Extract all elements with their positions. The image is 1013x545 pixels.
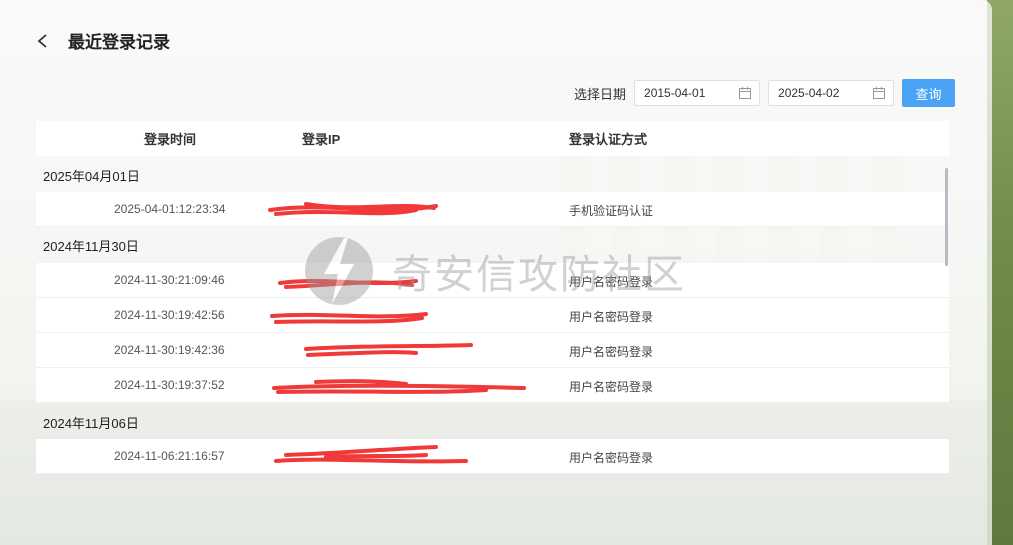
date-group-label: 2025年04月01日 [43,168,140,184]
end-date-picker[interactable]: 2025-04-02 [768,80,895,106]
date-filter: 选择日期 2015-04-01 2025-04-02 查询 [574,79,956,107]
table-header: 登录时间 登录IP 登录认证方式 [36,121,949,156]
date-group-label: 2024年11月30日 [43,238,139,254]
column-header-login-time: 登录时间 [144,132,197,147]
start-date-value: 2015-04-01 [644,86,706,100]
auth-method: 用户名密码登录 [569,310,654,324]
start-date-picker[interactable]: 2015-04-01 [634,80,761,106]
page-title: 最近登录记录 [68,33,170,52]
auth-method: 用户名密码登录 [569,451,654,465]
login-time: 2024-11-06:21:16:57 [114,449,225,463]
end-date-value: 2025-04-02 [778,86,840,100]
table-row[interactable]: 2024-11-06:21:16:57 用户名密码登录 [36,439,949,474]
auth-method: 用户名密码登录 [569,380,654,394]
calendar-icon [873,87,886,99]
auth-method: 手机验证码认证 [569,204,654,218]
column-header-auth-method: 登录认证方式 [569,132,648,147]
back-arrow-icon[interactable] [36,33,50,48]
login-time: 2024-11-30:21:09:46 [114,273,225,287]
redacted-ip-scribble [268,202,438,216]
redacted-ip-scribble [304,343,473,357]
auth-method: 用户名密码登录 [569,345,654,359]
login-time: 2024-11-30:19:42:56 [114,308,225,322]
redacted-ip-scribble [272,379,526,394]
date-filter-label: 选择日期 [574,86,627,102]
redacted-ip-scribble [274,445,468,464]
login-time: 2025-04-01:12:23:34 [114,202,226,216]
table-row[interactable]: 2024-11-30:19:42:36 用户名密码登录 [36,333,949,368]
watermark-text: 奇安信攻防社区 [392,252,686,298]
login-time: 2024-11-30:19:42:36 [114,343,225,357]
calendar-icon [739,87,752,99]
column-header-login-ip: 登录IP [302,132,341,147]
table-scrollbar[interactable] [945,168,948,266]
page-header: 最近登录记录 [36,28,170,53]
table-row[interactable]: 2025-04-01:12:23:34 手机验证码认证 [36,192,949,227]
date-group-header: 2025年04月01日 [36,157,949,193]
login-records-panel: 最近登录记录 选择日期 2015-04-01 2025-04-02 查询 登录时… [0,0,992,545]
login-time: 2024-11-30:19:37:52 [114,378,225,392]
qianxin-logo-icon [305,237,373,305]
date-group-header: 2024年11月06日 [36,404,949,440]
date-group-label: 2024年11月06日 [43,415,139,431]
query-button[interactable]: 查询 [902,79,956,107]
table-row[interactable]: 2024-11-30:19:37:52 用户名密码登录 [36,368,949,403]
watermark: 奇安信攻防社区 [300,232,686,310]
